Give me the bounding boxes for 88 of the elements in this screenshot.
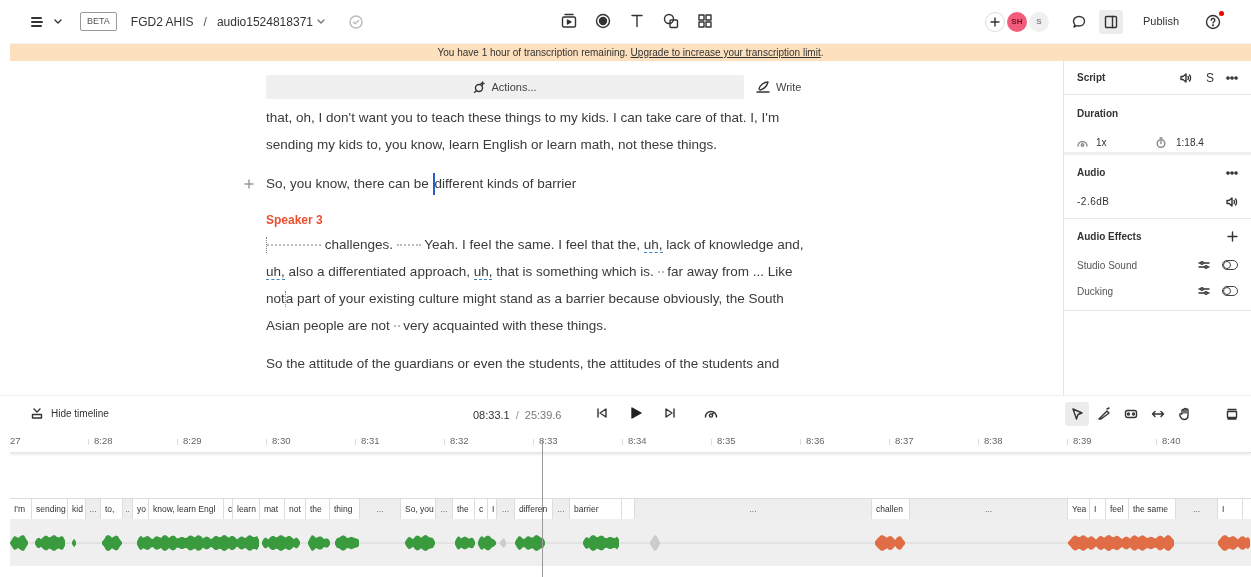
time-tick-label: 8:37 xyxy=(895,434,914,449)
panel-toggle-button[interactable] xyxy=(1098,9,1123,34)
chevron-down-icon[interactable] xyxy=(54,18,62,25)
pause-chip[interactable]: ... xyxy=(497,499,515,519)
actions-button[interactable]: Actions... xyxy=(266,75,744,99)
pause-chip[interactable]: ... xyxy=(436,499,453,519)
media-icon[interactable] xyxy=(561,13,577,29)
time-tick-label: 8:30 xyxy=(272,434,291,449)
add-collaborator-button[interactable] xyxy=(984,11,1005,32)
pause-chip[interactable]: ... xyxy=(910,499,1068,519)
clip-icon xyxy=(1124,407,1138,421)
pause-chip[interactable]: ... xyxy=(553,499,570,519)
plus-icon[interactable] xyxy=(1227,231,1238,242)
hide-timeline-button[interactable]: Hide timeline xyxy=(31,406,109,421)
banner-message: You have 1 hour of transcription remaining. Upgrade to increase your transcription limit. xyxy=(437,46,824,60)
time-separator: / xyxy=(515,408,519,423)
file-name[interactable]: audio1524818371 xyxy=(216,12,313,31)
total-time: 25:39.6 xyxy=(524,408,562,423)
collapse-icon xyxy=(31,408,43,419)
time-tick-label: 8:35 xyxy=(717,434,736,449)
sliders-icon[interactable] xyxy=(1198,286,1210,296)
pointer-icon xyxy=(1070,407,1084,421)
sliders-icon[interactable] xyxy=(1198,260,1210,270)
help-icon[interactable] xyxy=(1205,13,1221,30)
play-icon[interactable] xyxy=(630,407,642,419)
speaker-icon[interactable] xyxy=(1179,71,1192,84)
skip-back-icon[interactable] xyxy=(596,407,608,419)
section-title: Audio Effects xyxy=(1077,230,1142,244)
transcript-paragraph: So, you know, there can be different kinds of barrier xyxy=(266,170,811,197)
layout-icon[interactable] xyxy=(1226,408,1238,420)
more-icon[interactable] xyxy=(1226,75,1238,80)
section-title: Audio xyxy=(1077,166,1106,180)
sidebar-icon xyxy=(1103,14,1118,29)
time-tick-label: 8:29 xyxy=(183,434,202,449)
duration-value[interactable]: 1:18.4 xyxy=(1176,135,1204,150)
time-tick-label: 8:32 xyxy=(450,434,469,449)
project-name[interactable]: FGD2 AHIS xyxy=(130,12,194,31)
pause-chip[interactable]: .. xyxy=(123,499,133,519)
effect-toggle[interactable] xyxy=(1222,260,1238,270)
pause-chip[interactable]: ... xyxy=(635,499,872,519)
upgrade-link[interactable]: Upgrade to increase your transcription limit xyxy=(630,47,821,58)
time-tick-label: 27 xyxy=(10,434,21,449)
publish-button[interactable]: Publish xyxy=(1142,13,1179,30)
section-title: Script xyxy=(1077,71,1106,85)
pause-chip[interactable]: ... xyxy=(360,499,401,519)
time-tick-label: 8:34 xyxy=(628,434,647,449)
plus-icon xyxy=(989,16,1000,27)
gain-value[interactable]: -2.6dB xyxy=(1077,194,1110,209)
beta-badge: BETA xyxy=(80,11,117,32)
breadcrumb-separator: / xyxy=(203,13,207,31)
time-tick-label: 8:31 xyxy=(361,434,380,449)
speaker-icon[interactable] xyxy=(1225,195,1238,208)
menu-icon[interactable] xyxy=(30,14,44,29)
speedometer-icon xyxy=(1077,138,1088,147)
hand-icon xyxy=(1178,407,1192,421)
time-tick-label: 8:33 xyxy=(539,434,558,449)
shapes-icon[interactable] xyxy=(663,13,679,29)
pause-chip[interactable]: ... xyxy=(1176,499,1218,519)
transcript-paragraph: challenges. Yeah. I feel the same. I feel that the, uh, lack of knowledge and, uh, also a differentiated approach, uh, that is something which is. far away from ... Like nota part of your existing culture might stand as a barrier because obviously, the South Asian people are not very acquainted with these things. xyxy=(266,236,805,335)
check-circle-icon xyxy=(349,14,363,29)
grid-icon[interactable] xyxy=(697,13,713,29)
record-icon[interactable] xyxy=(595,13,611,29)
speed-value[interactable]: 1x xyxy=(1096,135,1156,150)
time-tick-label: 8:40 xyxy=(1162,434,1181,449)
time-tick-label: 8:36 xyxy=(806,434,825,449)
transcript-paragraph: So the attitude of the guardians or even the students, the attitudes of the students and xyxy=(266,355,781,373)
pointer-tool-button[interactable] xyxy=(1065,402,1089,426)
speaker-initial[interactable]: S xyxy=(1206,68,1214,87)
pen-icon xyxy=(756,81,770,93)
skip-forward-icon[interactable] xyxy=(664,407,676,419)
time-tick-label: 8:38 xyxy=(984,434,1003,449)
time-tick-label: 8:39 xyxy=(1073,434,1092,449)
effect-name: Studio Sound xyxy=(1077,258,1138,273)
current-time: 08:33.1 xyxy=(473,408,510,423)
text-icon[interactable] xyxy=(629,13,645,29)
sparkle-search-icon xyxy=(473,81,486,93)
section-title: Duration xyxy=(1077,107,1120,121)
effect-toggle[interactable] xyxy=(1222,286,1238,296)
time-tick-label: 8:28 xyxy=(94,434,113,449)
write-button[interactable]: Write xyxy=(756,78,802,96)
transcript-paragraph: that, oh, I don't want you to teach these things to my kids. I can take care of that. I, I'm sending my kids to, you know, learn English or learn math, not these things. xyxy=(266,109,781,154)
blade-icon xyxy=(1097,407,1111,421)
stopwatch-icon xyxy=(1156,137,1166,148)
pause-chip[interactable]: ... xyxy=(86,499,101,519)
more-icon[interactable] xyxy=(1226,170,1238,175)
speaker-label[interactable]: Speaker 3 xyxy=(266,211,811,229)
effect-name: Ducking xyxy=(1077,284,1114,299)
comment-icon[interactable] xyxy=(1070,13,1087,30)
